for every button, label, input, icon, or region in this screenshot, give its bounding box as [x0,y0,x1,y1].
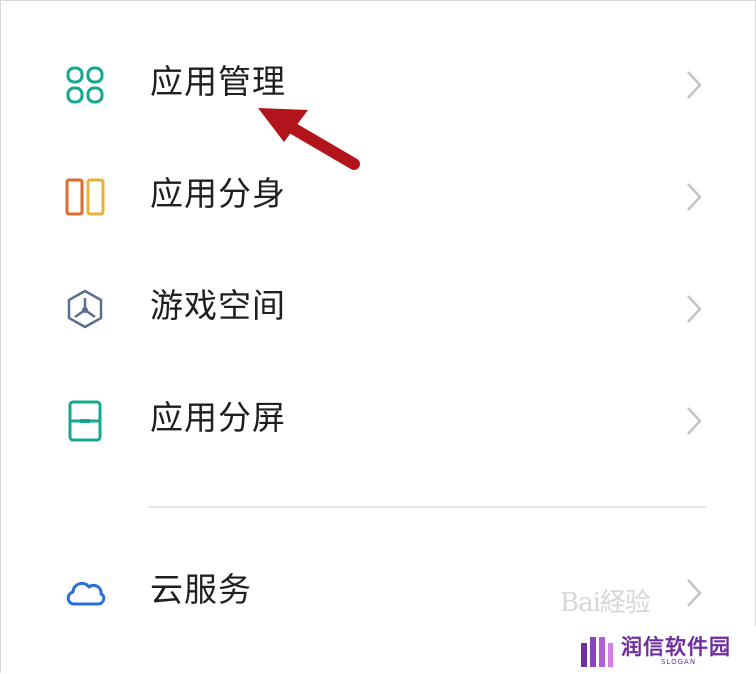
menu-item-app-clone[interactable]: 应用分身 [0,140,756,252]
chevron-right-icon [687,295,702,323]
split-screen-icon [68,400,102,442]
brand-logo: 润信软件园 SLOGAN [575,626,756,674]
brand-slogan: SLOGAN [661,658,697,666]
brand-name: 润信软件园 [621,635,731,659]
chevron-right-icon [687,183,702,211]
game-space-icon [67,289,103,329]
annotation-arrow-icon [258,108,360,170]
chevron-right-icon [687,71,702,99]
brand-mark-icon [581,637,613,667]
menu-item-label: 应用分屏 [150,398,286,437]
chevron-right-icon [687,579,702,607]
menu-item-split-screen[interactable]: 应用分屏 [0,364,756,476]
menu-item-label: 云服务 [150,570,252,609]
menu-item-app-management[interactable]: 应用管理 [0,28,756,140]
apps-grid-icon [66,66,104,104]
section-divider [148,506,706,508]
app-clone-icon [65,178,105,216]
menu-item-game-space[interactable]: 游戏空间 [0,252,756,364]
chevron-right-icon [687,407,702,435]
cloud-icon [66,581,106,606]
menu-item-label: 应用管理 [150,62,286,101]
watermark-text: Bai経验 [560,588,651,618]
menu-item-label: 游戏空间 [150,286,286,325]
menu-item-label: 应用分身 [150,174,286,213]
